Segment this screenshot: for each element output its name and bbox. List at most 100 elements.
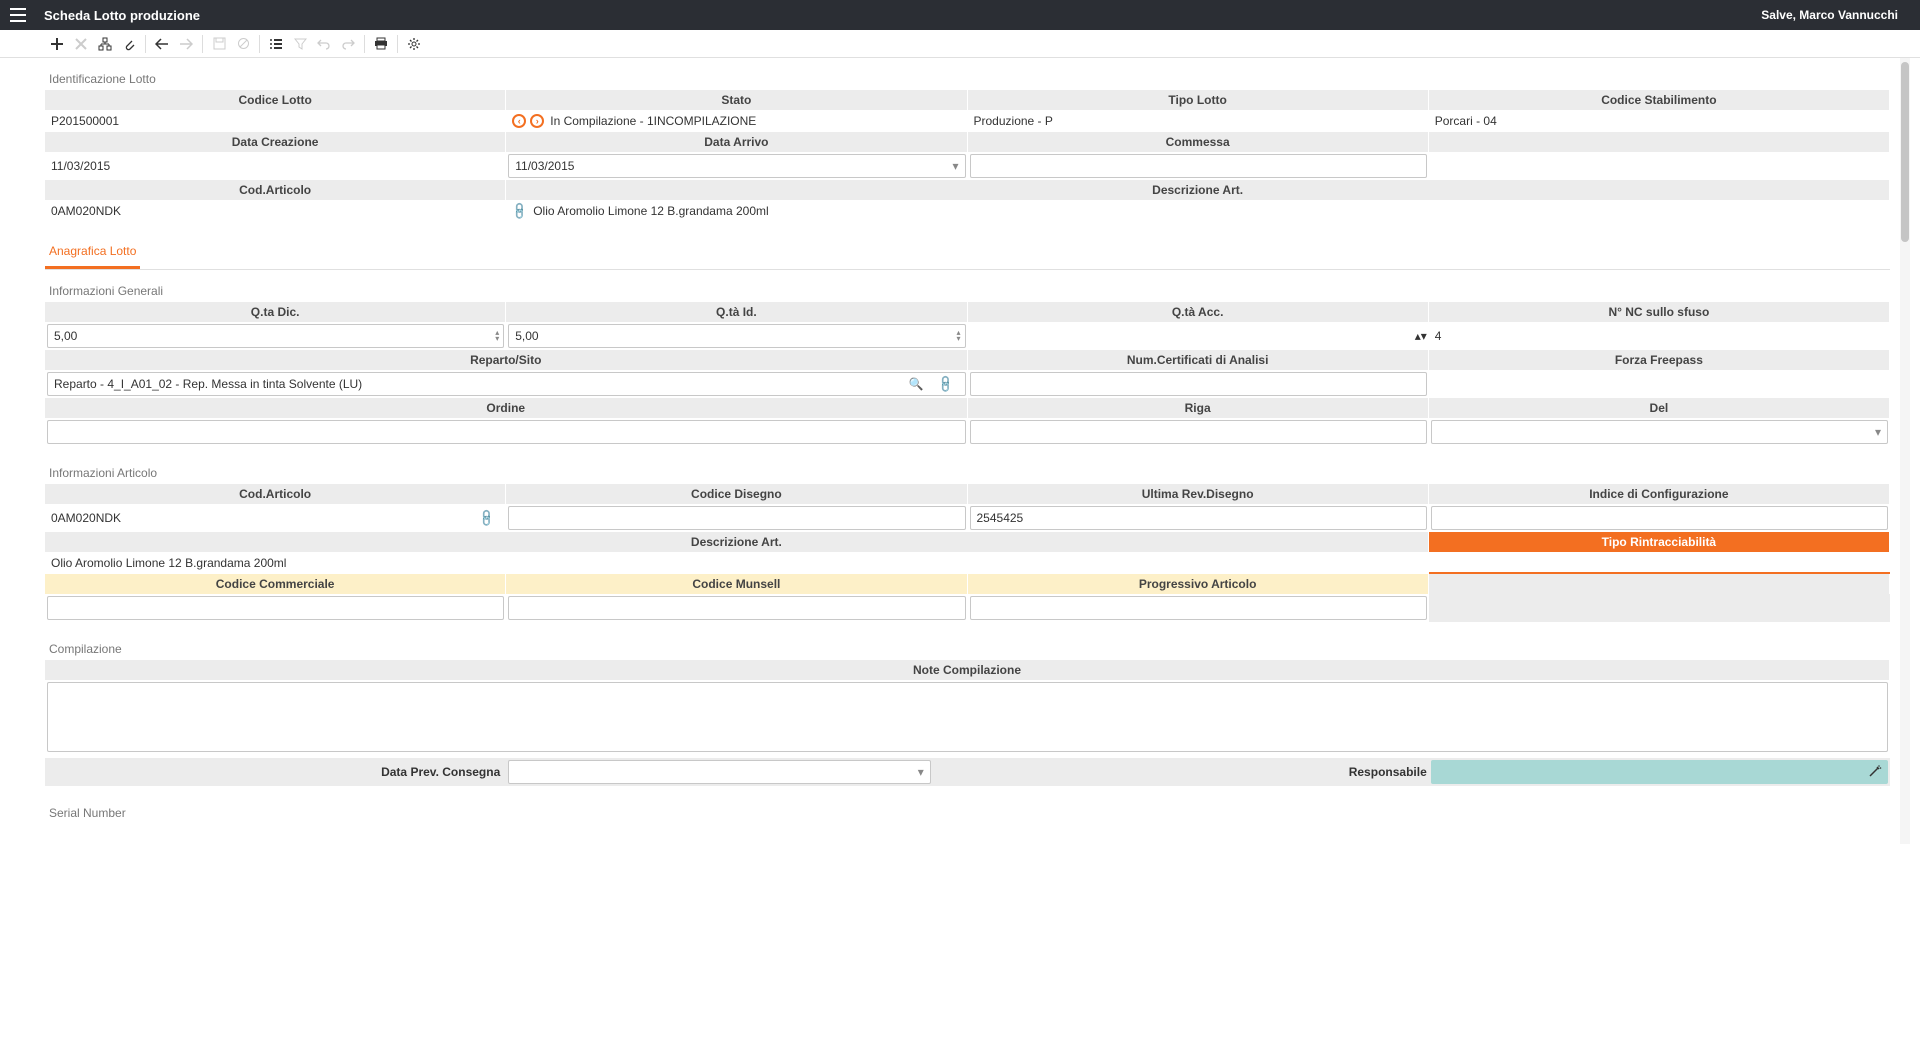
dropdown-caret-icon: ▾ [1875, 425, 1881, 439]
section-identificazione-title: Identificazione Lotto [45, 66, 1890, 90]
nav-back-icon[interactable] [150, 32, 174, 56]
hdr-reparto: Reparto/Sito [45, 350, 968, 370]
reparto-input[interactable]: Reparto - 4_I_A01_02 - Rep. Messa in tin… [47, 372, 966, 396]
hdr-descrizione-art: Descrizione Art. [506, 180, 1890, 200]
spin-down-icon[interactable]: ▾ [1421, 329, 1427, 343]
hdr-n-nc: N° NC sullo sfuso [1429, 302, 1890, 322]
filter-icon [288, 32, 312, 56]
num-cert-input[interactable] [970, 372, 1427, 396]
hdr-blank2 [1429, 574, 1890, 594]
val-descrizione-art: 🔗 Olio Aromolio Limone 12 B.grandama 200… [506, 200, 1890, 222]
hdr-codice-munsell: Codice Munsell [506, 574, 967, 594]
indice-config-input[interactable] [1431, 506, 1888, 530]
hdr-cod-articolo: Cod.Articolo [45, 180, 506, 200]
hamburger-menu-icon[interactable] [10, 8, 26, 22]
ordine-input[interactable] [47, 420, 966, 444]
lbl-data-prev: Data Prev. Consegna [45, 758, 506, 786]
top-bar: Scheda Lotto produzione Salve, Marco Van… [0, 0, 1920, 30]
status-text: In Compilazione - 1INCOMPILAZIONE [550, 114, 756, 128]
attachment-icon[interactable] [117, 32, 141, 56]
settings-icon[interactable] [402, 32, 426, 56]
page-title: Scheda Lotto produzione [44, 8, 200, 23]
riga-input[interactable] [970, 420, 1427, 444]
list-icon[interactable] [264, 32, 288, 56]
print-icon[interactable] [369, 32, 393, 56]
hdr-qta-acc: Q.tà Acc. [968, 302, 1429, 322]
link-icon[interactable]: 🔗 [935, 374, 955, 394]
hdr-ultima-rev: Ultima Rev.Disegno [968, 484, 1429, 504]
cancel-icon [231, 32, 255, 56]
hdr-indice-config: Indice di Configurazione [1429, 484, 1890, 504]
codice-disegno-input[interactable] [508, 506, 965, 530]
hdr-commessa: Commessa [968, 132, 1429, 152]
val-cod-articolo2: 0AM020NDK 🔗 [45, 504, 506, 532]
hdr-note-compilazione: Note Compilazione [45, 660, 1890, 680]
responsabile-field[interactable] [1431, 760, 1888, 784]
hdr-del: Del [1429, 398, 1890, 418]
hierarchy-icon[interactable] [93, 32, 117, 56]
nav-forward-icon [174, 32, 198, 56]
status-nav-prev-icon[interactable]: ‹ [512, 114, 526, 128]
hdr-tipo-lotto: Tipo Lotto [968, 90, 1429, 110]
data-prev-input[interactable]: ▾ [508, 760, 931, 784]
val-stato: ‹ › In Compilazione - 1INCOMPILAZIONE [506, 110, 967, 132]
val-n-nc: 4 [1429, 322, 1890, 350]
hdr-qta-id: Q.tà Id. [506, 302, 967, 322]
redo-icon [336, 32, 360, 56]
status-nav-next-icon[interactable]: › [530, 114, 544, 128]
val-tipo-lotto: Produzione - P [968, 110, 1429, 132]
vertical-scrollbar[interactable] [1900, 58, 1910, 844]
hdr-qta-dic: Q.ta Dic. [45, 302, 506, 322]
hdr-cod-articolo2: Cod.Articolo [45, 484, 506, 504]
data-arrivo-input[interactable]: 11/03/2015 ▾ [508, 154, 965, 178]
tab-anagrafica-lotto[interactable]: Anagrafica Lotto [45, 236, 140, 269]
codice-commerciale-input[interactable] [47, 596, 504, 620]
scrollbar-thumb[interactable] [1901, 62, 1909, 242]
hdr-stato: Stato [506, 90, 967, 110]
hdr-codice-lotto: Codice Lotto [45, 90, 506, 110]
dropdown-caret-icon: ▾ [952, 159, 958, 173]
hdr-progressivo: Progressivo Articolo [968, 574, 1429, 594]
val-data-creazione: 11/03/2015 [45, 152, 506, 180]
tipo-rintr-value [1429, 552, 1890, 574]
commessa-input[interactable] [970, 154, 1427, 178]
section-compilazione-title: Compilazione [45, 636, 1890, 660]
search-icon[interactable]: 🔍 [909, 377, 924, 391]
page-content: Identificazione Lotto Codice Lotto Stato… [0, 58, 1920, 844]
tab-row: Anagrafica Lotto [45, 236, 1890, 270]
hdr-data-arrivo: Data Arrivo [506, 132, 967, 152]
dropdown-caret-icon: ▾ [918, 765, 924, 779]
del-input[interactable]: ▾ [1431, 420, 1888, 444]
hdr-ordine: Ordine [45, 398, 968, 418]
val-codice-lotto: P201500001 [45, 110, 506, 132]
section-articolo-title: Informazioni Articolo [45, 460, 1890, 484]
hdr-tipo-rintr: Tipo Rintracciabilità [1429, 532, 1890, 552]
qta-id-input[interactable]: 5,00 ▴▾ [508, 324, 965, 348]
user-greeting: Salve, Marco Vannucchi [1761, 8, 1898, 22]
hdr-codice-stabilimento: Codice Stabilimento [1429, 90, 1890, 110]
spin-down-icon[interactable]: ▾ [495, 336, 499, 342]
section-serial-title: Serial Number [45, 800, 1890, 824]
add-icon[interactable] [45, 32, 69, 56]
spin-down-icon[interactable]: ▾ [956, 336, 960, 342]
link-icon[interactable]: 🔗 [509, 201, 529, 221]
wand-icon[interactable] [1868, 764, 1882, 781]
toolbar [0, 30, 1920, 58]
save-icon [207, 32, 231, 56]
section-generali-title: Informazioni Generali [45, 278, 1890, 302]
val-descrizione-art2: Olio Aromolio Limone 12 B.grandama 200ml [45, 552, 1429, 574]
hdr-num-cert: Num.Certificati di Analisi [968, 350, 1429, 370]
hdr-forza-freepass: Forza Freepass [1429, 350, 1890, 370]
undo-icon [312, 32, 336, 56]
progressivo-input[interactable] [970, 596, 1427, 620]
hdr-descrizione-art2: Descrizione Art. [45, 532, 1429, 552]
ultima-rev-input[interactable]: 2545425 [970, 506, 1427, 530]
hdr-blank1 [1429, 132, 1890, 152]
lbl-responsabile: Responsabile [1349, 765, 1427, 779]
note-compilazione-textarea[interactable] [47, 682, 1888, 752]
link-icon[interactable]: 🔗 [477, 508, 497, 528]
hdr-codice-disegno: Codice Disegno [506, 484, 967, 504]
qta-dic-input[interactable]: 5,00 ▴▾ [47, 324, 504, 348]
hdr-codice-commerciale: Codice Commerciale [45, 574, 506, 594]
codice-munsell-input[interactable] [508, 596, 965, 620]
